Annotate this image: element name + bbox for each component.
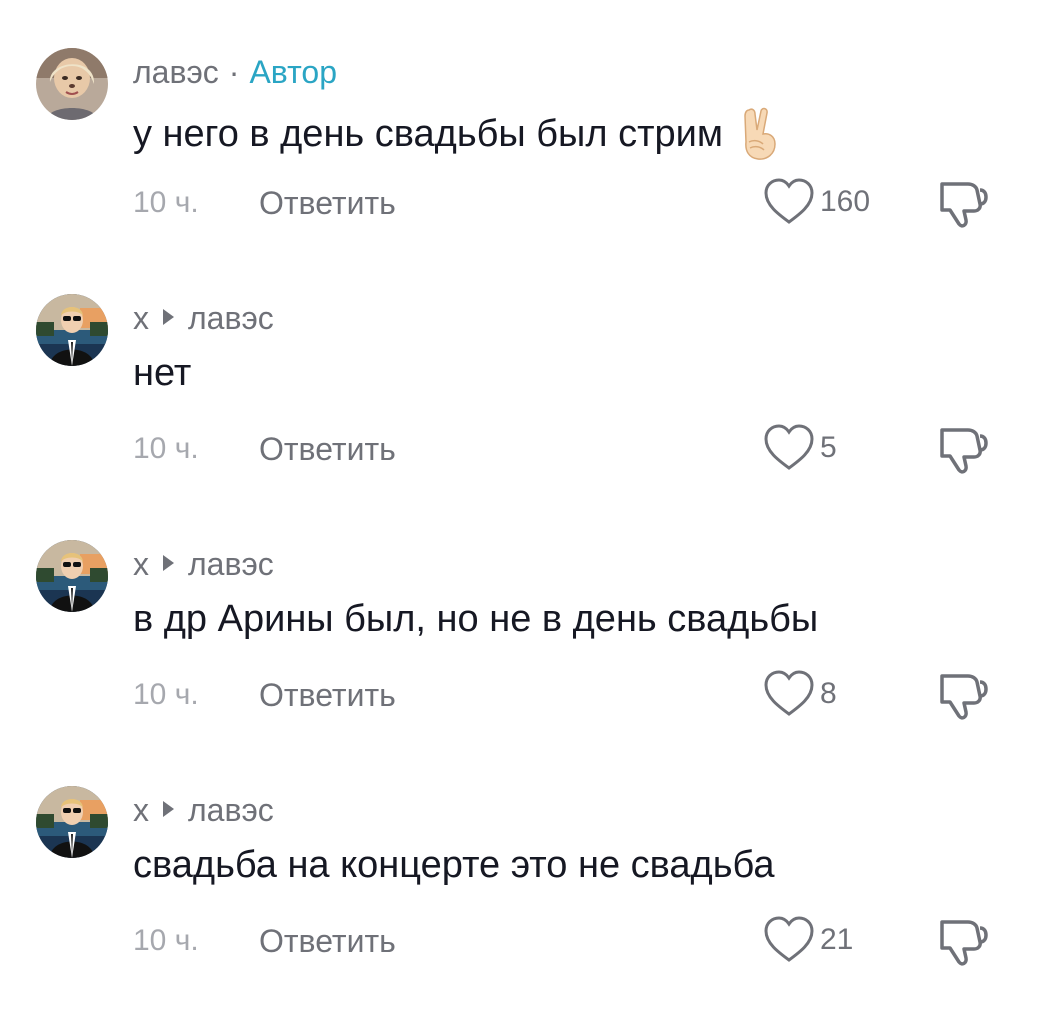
comment-meta: 10 ч. Ответить bbox=[133, 427, 396, 471]
reply-to-username[interactable]: лавэс bbox=[188, 300, 274, 337]
comment-header: лавэс · Автор bbox=[133, 52, 337, 92]
like-count: 8 bbox=[820, 677, 837, 710]
comment-text-content: в др Арины был, но не в день свадьбы bbox=[133, 598, 819, 640]
girl-avatar-icon bbox=[36, 48, 108, 120]
dislike-button[interactable] bbox=[936, 422, 990, 476]
avatar[interactable] bbox=[36, 540, 108, 612]
comment-meta: 10 ч. Ответить bbox=[133, 919, 396, 963]
comment-text-content: свадьба на концерте это не свадьба bbox=[133, 844, 775, 886]
comment-text: свадьба на концерте это не свадьба bbox=[133, 844, 775, 887]
reply-button[interactable]: Ответить bbox=[259, 185, 396, 222]
avatar[interactable] bbox=[36, 294, 108, 366]
like-count: 160 bbox=[820, 185, 871, 218]
heart-icon bbox=[764, 916, 814, 962]
comment-item: лавэс · Автор у него в день свадьбы был … bbox=[0, 48, 1037, 294]
dislike-button[interactable] bbox=[936, 176, 990, 230]
reply-button[interactable]: Ответить bbox=[259, 923, 396, 960]
reply-arrow-icon bbox=[163, 801, 174, 817]
comment-text-content: у него в день свадьбы был стрим bbox=[133, 112, 723, 155]
username[interactable]: х bbox=[133, 300, 149, 337]
comment-text-content: нет bbox=[133, 352, 192, 394]
heart-icon bbox=[764, 670, 814, 716]
man-sunglasses-avatar-icon bbox=[36, 786, 108, 858]
heart-icon bbox=[764, 178, 814, 224]
man-sunglasses-avatar-icon bbox=[36, 294, 108, 366]
separator: · bbox=[228, 53, 240, 90]
comment-meta: 10 ч. Ответить bbox=[133, 673, 396, 717]
username[interactable]: х bbox=[133, 546, 149, 583]
like-count: 5 bbox=[820, 431, 837, 464]
dislike-button[interactable] bbox=[936, 668, 990, 722]
comment-item: х лавэс в др Арины был, но не в день сва… bbox=[0, 540, 1037, 786]
username[interactable]: лавэс bbox=[133, 54, 219, 91]
avatar[interactable] bbox=[36, 786, 108, 858]
man-sunglasses-avatar-icon bbox=[36, 540, 108, 612]
comment-text: в др Арины был, но не в день свадьбы bbox=[133, 598, 818, 641]
thumbs-down-icon bbox=[940, 920, 988, 966]
reply-to-username[interactable]: лавэс bbox=[188, 792, 274, 829]
timestamp: 10 ч. bbox=[133, 924, 199, 957]
comment-text: у него в день свадьбы был стрим bbox=[133, 106, 783, 162]
reply-button[interactable]: Ответить bbox=[259, 677, 396, 714]
reply-arrow-icon bbox=[163, 309, 174, 325]
comment-item: х лавэс нет 10 ч. Ответить 5 bbox=[0, 294, 1037, 540]
reply-arrow-icon bbox=[163, 555, 174, 571]
heart-icon bbox=[764, 424, 814, 470]
like-button[interactable]: 21 bbox=[762, 912, 853, 968]
author-badge: Автор bbox=[249, 53, 337, 90]
comment-item: х лавэс свадьба на концерте это не свадь… bbox=[0, 786, 1037, 1032]
dislike-button[interactable] bbox=[936, 914, 990, 968]
like-count: 21 bbox=[820, 923, 854, 956]
victory-hand-emoji-icon bbox=[739, 106, 783, 162]
comment-text: нет bbox=[133, 352, 191, 395]
timestamp: 10 ч. bbox=[133, 186, 199, 219]
thumbs-down-icon bbox=[940, 428, 988, 474]
reply-to-username[interactable]: лавэс bbox=[188, 546, 274, 583]
thumbs-down-icon bbox=[940, 182, 988, 228]
timestamp: 10 ч. bbox=[133, 432, 199, 465]
comment-header: х лавэс bbox=[133, 790, 274, 830]
like-button[interactable]: 5 bbox=[762, 420, 837, 476]
timestamp: 10 ч. bbox=[133, 678, 199, 711]
reply-button[interactable]: Ответить bbox=[259, 431, 396, 468]
username[interactable]: х bbox=[133, 792, 149, 829]
like-button[interactable]: 160 bbox=[762, 174, 870, 230]
avatar[interactable] bbox=[36, 48, 108, 120]
like-button[interactable]: 8 bbox=[762, 666, 837, 722]
comment-header: х лавэс bbox=[133, 298, 274, 338]
comment-meta: 10 ч. Ответить bbox=[133, 181, 396, 225]
thumbs-down-icon bbox=[940, 674, 988, 720]
comment-header: х лавэс bbox=[133, 544, 274, 584]
